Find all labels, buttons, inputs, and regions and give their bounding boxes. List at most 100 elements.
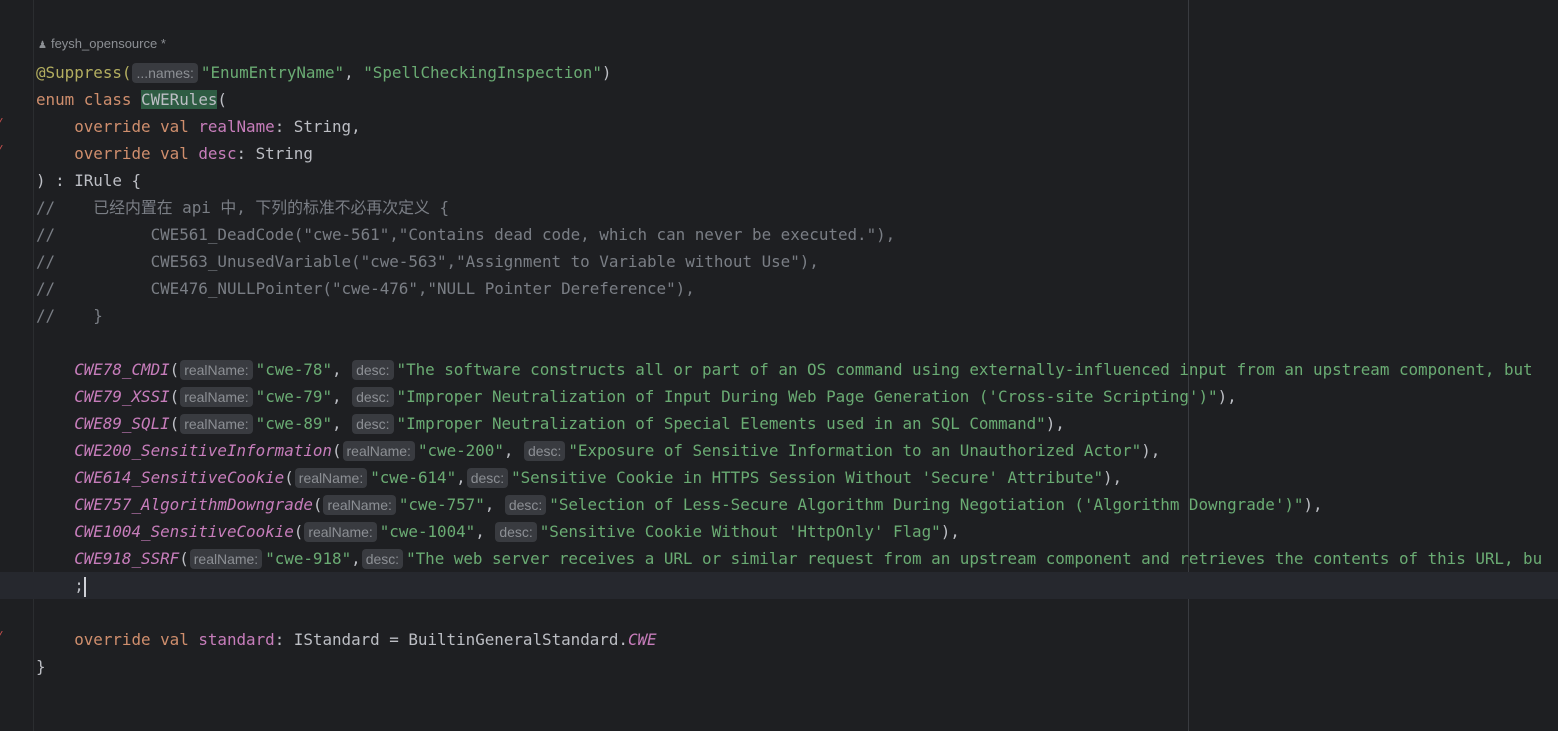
code-token: "The web server receives a URL or simila…	[406, 549, 1543, 568]
code-line[interactable]: CWE757_AlgorithmDowngrade(realName: "cwe-…	[0, 491, 1558, 518]
code-author-hint[interactable]: ♟ feysh_opensource *	[38, 36, 166, 51]
code-token: ),	[1217, 387, 1237, 406]
code-line[interactable]: enum class CWERules(	[0, 86, 1558, 113]
code-line[interactable]	[0, 599, 1558, 626]
code-token: @Suppress(	[36, 63, 132, 82]
person-icon: ♟	[38, 40, 47, 51]
code-token: CWE614_SensitiveCookie	[36, 468, 285, 487]
code-token: realName	[198, 117, 275, 136]
parameter-hint: desc:	[466, 468, 509, 488]
code-token: CWE1004_SensitiveCookie	[36, 522, 294, 541]
parameter-hint: desc:	[352, 414, 394, 434]
code-line[interactable]: CWE79_XSSI(realName: "cwe-79", desc: "Impr…	[0, 383, 1558, 410]
code-token: (	[179, 549, 189, 568]
code-token: "cwe-79"	[255, 387, 333, 406]
code-line[interactable]: override val realName: String,	[0, 113, 1558, 140]
author-name: feysh_opensource *	[50, 36, 166, 51]
code-token: ),	[1141, 441, 1161, 460]
code-token: "Sensitive Cookie in HTTPS Session Witho…	[511, 468, 1103, 487]
parameter-hint: realName:	[294, 468, 368, 488]
code-token: ),	[1303, 495, 1323, 514]
code-token: (	[169, 387, 180, 406]
parameter-hint: desc:	[495, 522, 537, 542]
code-token: "Improper Neutralization of Input During…	[396, 387, 1218, 406]
code-line[interactable]: CWE78_CMDI(realName: "cwe-78", desc: "The …	[0, 356, 1558, 383]
code-token: ,	[332, 387, 352, 406]
parameter-hint: desc:	[504, 495, 547, 515]
code-line[interactable]: CWE918_SSRF(realName: "cwe-918", desc: "The…	[0, 545, 1558, 572]
code-token: ,	[344, 63, 364, 82]
code-token: (	[293, 522, 304, 541]
code-line[interactable]	[0, 329, 1558, 356]
text-caret	[83, 576, 86, 597]
code-token: ,	[351, 549, 361, 568]
code-token: "SpellCheckingInspection"	[363, 63, 602, 82]
code-line[interactable]: // CWE476_NULLPointer("cwe-476","NULL Po…	[0, 275, 1558, 302]
code-token: "Improper Neutralization of Special Elem…	[396, 414, 1046, 433]
code-token: "Selection of Less-Secure Algorithm Duri…	[549, 495, 1304, 514]
code-token: : String	[236, 144, 313, 163]
code-token: standard	[198, 630, 275, 649]
code-token: ) : IRule {	[36, 171, 142, 190]
parameter-hint: realName:	[180, 414, 253, 434]
code-token: // }	[36, 306, 103, 325]
code-line[interactable]: }	[0, 653, 1558, 680]
code-token: // CWE561_DeadCode("cwe-561","Contains d…	[36, 225, 896, 244]
parameter-hint: realName:	[180, 387, 253, 407]
code-token: ),	[1103, 468, 1123, 487]
code-line[interactable]: CWE89_SQLI(realName: "cwe-89", desc: "Impr…	[0, 410, 1558, 437]
code-token: (	[169, 360, 180, 379]
code-token: override val	[36, 144, 199, 163]
code-line[interactable]: // CWE563_UnusedVariable("cwe-563","Assi…	[0, 248, 1558, 275]
code-line[interactable]: CWE614_SensitiveCookie(realName: "cwe-614…	[0, 464, 1558, 491]
code-token: "cwe-757"	[398, 495, 485, 514]
parameter-hint: desc:	[352, 360, 394, 380]
code-token: CWE200_SensitiveInformation	[36, 441, 332, 460]
code-line[interactable]: CWE200_SensitiveInformation(realName: "cw…	[0, 437, 1558, 464]
code-line[interactable]: override val standard: IStandard = Built…	[0, 626, 1558, 653]
code-token: "cwe-918"	[265, 549, 352, 568]
code-token: "cwe-89"	[255, 414, 333, 433]
code-token: CWE79_XSSI	[36, 387, 170, 406]
parameter-hint: realName:	[180, 360, 253, 380]
code-line[interactable]: ) : IRule {	[0, 167, 1558, 194]
code-line[interactable]: // 已经内置在 api 中, 下列的标准不必再次定义 {	[0, 194, 1558, 221]
code-line[interactable]: CWE1004_SensitiveCookie(realName: "cwe-10…	[0, 518, 1558, 545]
parameter-hint: desc:	[523, 441, 566, 461]
code-token: CWE918_SSRF	[36, 549, 180, 568]
code-token: // 已经内置在 api 中, 下列的标准不必再次定义 {	[36, 198, 450, 217]
code-line[interactable]: // }	[0, 302, 1558, 329]
code-token: ,	[332, 360, 352, 379]
code-token: : IStandard = BuiltinGeneralStandard.	[274, 630, 628, 649]
code-token: enum class	[36, 90, 142, 109]
code-token: "cwe-78"	[255, 360, 333, 379]
code-token: CWE89_SQLI	[36, 414, 170, 433]
code-token: ),	[1045, 414, 1065, 433]
parameter-hint: realName:	[342, 441, 415, 461]
code-token: "Sensitive Cookie Without 'HttpOnly' Fla…	[539, 522, 941, 541]
code-token: "The software constructs all or part of …	[396, 360, 1533, 379]
code-token: desc	[198, 144, 237, 163]
code-line[interactable]: @Suppress(...names: "EnumEntryName", "Spe…	[0, 59, 1558, 86]
code-line[interactable]: // CWE561_DeadCode("cwe-561","Contains d…	[0, 221, 1558, 248]
code-token: (	[169, 414, 180, 433]
code-token: "cwe-200"	[417, 441, 504, 460]
code-token: (	[217, 90, 227, 109]
code-token: "Exposure of Sensitive Information to an…	[568, 441, 1142, 460]
code-token: ;	[36, 576, 84, 595]
code-editor[interactable]: @Suppress(...names: "EnumEntryName", "Spe…	[0, 59, 1558, 680]
code-line[interactable]: override val desc: String	[0, 140, 1558, 167]
code-token: CWE	[627, 630, 657, 649]
code-token: ,	[456, 468, 466, 487]
code-token: : String,	[274, 117, 361, 136]
code-token: ,	[484, 495, 504, 514]
code-token: }	[36, 657, 46, 676]
code-token: ,	[503, 441, 523, 460]
parameter-hint: realName:	[323, 495, 396, 515]
highlighted-identifier: CWERules	[141, 90, 218, 109]
parameter-hint: desc:	[352, 387, 394, 407]
code-token: "cwe-614"	[370, 468, 457, 487]
code-token: "cwe-1004"	[379, 522, 476, 541]
code-token: (	[312, 495, 323, 514]
code-line-current[interactable]: ;	[0, 572, 1558, 599]
